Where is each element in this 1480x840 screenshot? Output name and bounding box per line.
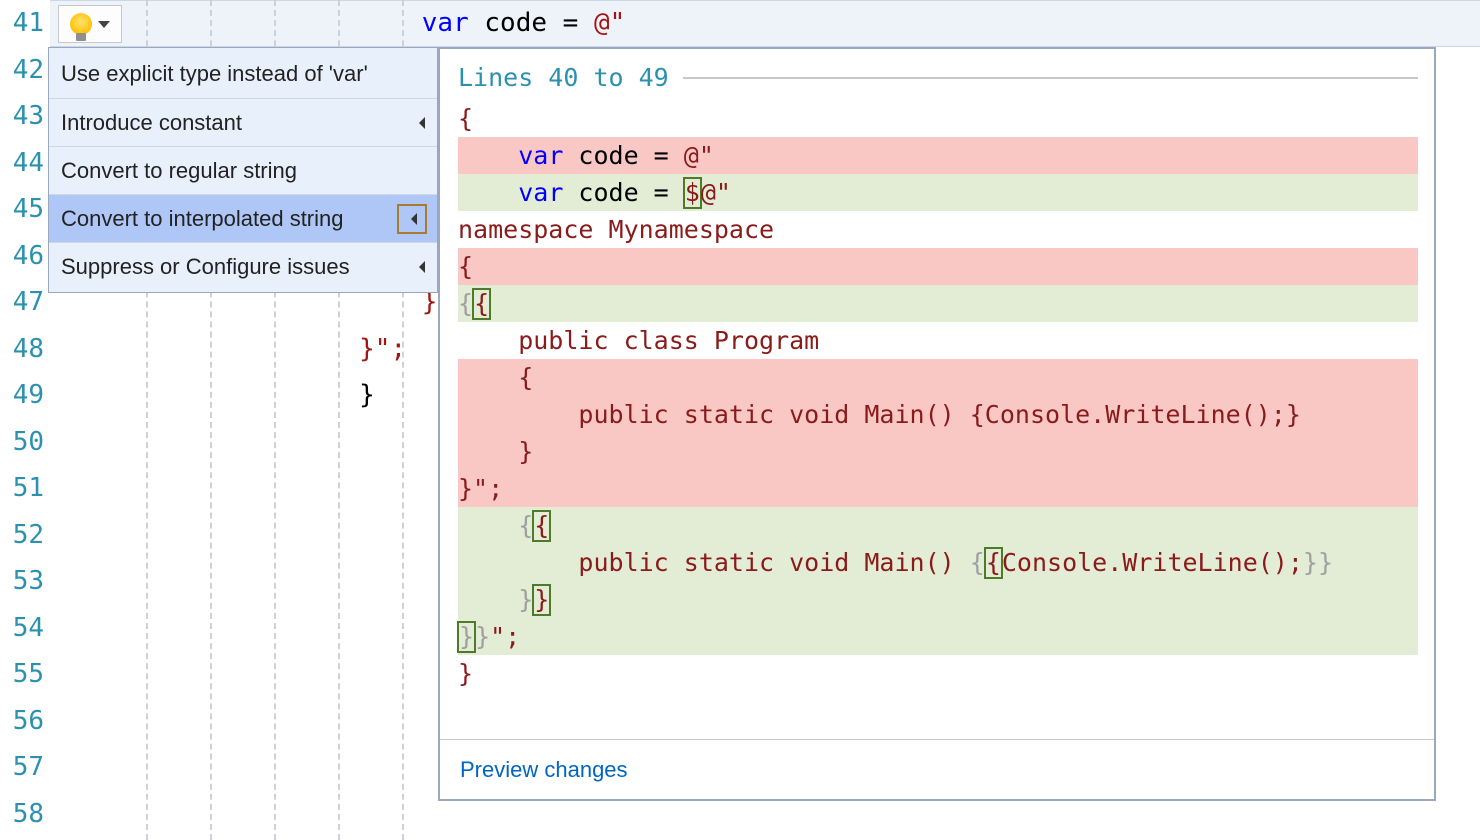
preview-changes-link[interactable]: Preview changes xyxy=(460,757,628,783)
line-number: 51 xyxy=(0,465,50,512)
menu-item-label: Suppress or Configure issues xyxy=(61,254,350,280)
diff-removed: public static void Main() {Console.Write… xyxy=(458,396,1418,433)
line-number: 44 xyxy=(0,140,50,187)
quick-actions-button[interactable] xyxy=(58,5,122,43)
line-number: 42 xyxy=(0,47,50,94)
preview-header: Lines 40 to 49 xyxy=(458,59,1418,96)
line-number: 56 xyxy=(0,698,50,745)
line-number: 47 xyxy=(0,279,50,326)
menu-item-label: Convert to interpolated string xyxy=(61,206,344,232)
chevron-right-icon xyxy=(415,117,425,129)
menu-item-introduce-constant[interactable]: Introduce constant xyxy=(49,98,437,146)
menu-item-convert-to-interpolated-string[interactable]: Convert to interpolated string xyxy=(49,194,437,242)
diff-removed: var code = @" xyxy=(458,137,1418,174)
preview-panel: Lines 40 to 49 { var code = @" var code … xyxy=(438,47,1436,801)
chevron-down-icon xyxy=(98,21,110,28)
line-number: 48 xyxy=(0,326,50,373)
chevron-right-icon xyxy=(415,261,425,273)
menu-item-label: Introduce constant xyxy=(61,110,242,136)
preview-header-label: Lines 40 to 49 xyxy=(458,59,669,96)
menu-item-use-explicit-type-instead-of-var[interactable]: Use explicit type instead of 'var' xyxy=(49,50,437,98)
line-number: 41 xyxy=(0,0,50,47)
line-number-gutter: 414243444546474849505152535455565758 xyxy=(0,0,50,840)
diff-context: namespace Mynamespace xyxy=(458,211,1418,248)
line-number: 43 xyxy=(0,93,50,140)
menu-item-convert-to-regular-string[interactable]: Convert to regular string xyxy=(49,146,437,194)
diff-added: {{ xyxy=(458,507,1418,544)
diff-added: }} xyxy=(458,581,1418,618)
line-number: 45 xyxy=(0,186,50,233)
line-number: 58 xyxy=(0,791,50,838)
diff-context: } xyxy=(458,655,1418,692)
diff-context: public class Program xyxy=(458,322,1418,359)
diff-removed: } xyxy=(458,433,1418,470)
menu-item-suppress-or-configure-issues[interactable]: Suppress or Configure issues xyxy=(49,242,437,290)
diff-added: {{ xyxy=(458,285,1418,322)
line-number: 49 xyxy=(0,372,50,419)
diff-context: { xyxy=(458,100,1418,137)
menu-item-label: Convert to regular string xyxy=(61,158,297,184)
line-number: 57 xyxy=(0,744,50,791)
line-number: 46 xyxy=(0,233,50,280)
line-number: 55 xyxy=(0,651,50,698)
diff-removed: { xyxy=(458,248,1418,285)
diff-added: var code = $@" xyxy=(458,174,1418,211)
code-line-41[interactable]: var code = @" xyxy=(50,0,1480,47)
diff-added: public static void Main() {{Console.Writ… xyxy=(458,544,1418,581)
line-number: 50 xyxy=(0,419,50,466)
quick-actions-menu: Use explicit type instead of 'var' Introd… xyxy=(48,47,438,293)
line-number: 52 xyxy=(0,512,50,559)
lightbulb-icon xyxy=(70,13,92,35)
chevron-right-icon xyxy=(397,204,427,234)
diff-removed: }"; xyxy=(458,470,1418,507)
menu-item-label: Use explicit type instead of 'var' xyxy=(61,61,368,87)
line-number: 54 xyxy=(0,605,50,652)
diff-removed: { xyxy=(458,359,1418,396)
diff-added: }}"; xyxy=(458,618,1418,655)
line-number: 53 xyxy=(0,558,50,605)
